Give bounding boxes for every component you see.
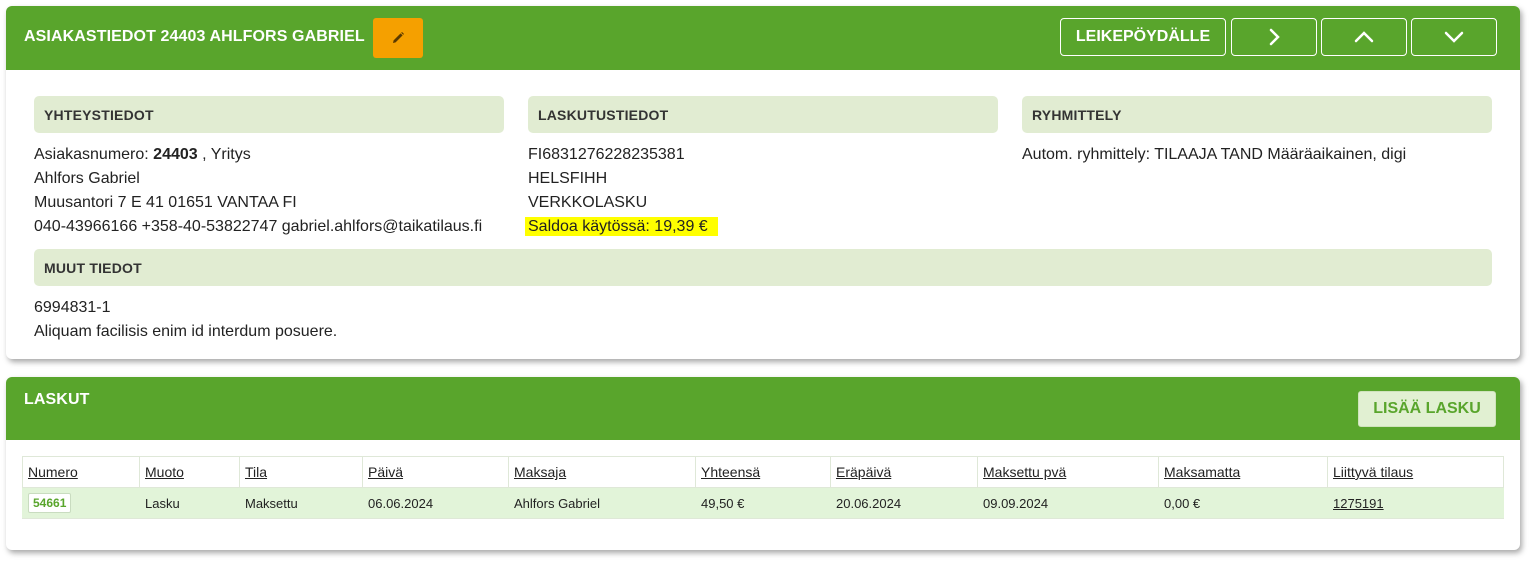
customer-number-line: Asiakasnumero: 24403 , Yritys <box>34 146 251 164</box>
column-header-paiva[interactable]: Päivä <box>362 456 509 488</box>
pencil-icon <box>393 32 404 43</box>
edit-button[interactable] <box>373 18 423 58</box>
column-header-tila[interactable]: Tila <box>239 456 363 488</box>
grouping-text: Autom. ryhmittely: TILAAJA TAND Määräaik… <box>1022 146 1407 163</box>
other-info-section-heading: MUUT TIEDOT <box>34 249 1492 286</box>
column-header-maksaja[interactable]: Maksaja <box>508 456 696 488</box>
page-title: ASIAKASTIEDOT 24403 AHLFORS GABRIEL <box>24 28 365 45</box>
invoices-title: LASKUT <box>24 391 90 408</box>
customer-header: ASIAKASTIEDOT 24403 AHLFORS GABRIEL LEIK… <box>6 6 1520 70</box>
related-order-link[interactable]: 1275191 <box>1333 496 1384 511</box>
balance-highlight: Saldoa käytössä: 19,39 € <box>525 217 718 236</box>
next-button[interactable] <box>1231 18 1317 56</box>
invoices-table: Numero Muoto Tila Päivä Maksaja Yhteensä… <box>22 456 1504 519</box>
grouping-section-heading: RYHMITTELY <box>1022 96 1492 133</box>
column-header-yhteensa[interactable]: Yhteensä <box>695 456 831 488</box>
contact-section-heading: YHTEYSTIEDOT <box>34 96 504 133</box>
move-up-button[interactable] <box>1321 18 1407 56</box>
cell-muoto: Lasku <box>139 487 240 519</box>
column-header-muoto[interactable]: Muoto <box>139 456 240 488</box>
chevron-down-icon <box>1444 31 1464 43</box>
customer-name: Ahlfors Gabriel <box>34 170 140 187</box>
cell-tilaus[interactable]: 1275191 <box>1327 487 1504 519</box>
cell-maksaja: Ahlfors Gabriel <box>508 487 696 519</box>
cell-maksettu: 09.09.2024 <box>977 487 1159 519</box>
billing-section-heading: LASKUTUSTIEDOT <box>528 96 998 133</box>
customer-address: Muusantori 7 E 41 01651 VANTAA FI <box>34 194 297 211</box>
invoices-card: LASKUT LISÄÄ LASKU Numero Muoto Tila Päi… <box>6 377 1520 550</box>
table-header-row: Numero Muoto Tila Päivä Maksaja Yhteensä… <box>22 456 1504 488</box>
cell-maksamatta: 0,00 € <box>1158 487 1328 519</box>
table-row[interactable]: 54661 Lasku Maksettu 06.06.2024 Ahlfors … <box>22 487 1504 519</box>
column-header-maksettu[interactable]: Maksettu pvä <box>977 456 1159 488</box>
customer-type: , Yritys <box>197 146 251 163</box>
cell-numero[interactable]: 54661 <box>22 487 140 519</box>
column-header-numero[interactable]: Numero <box>22 456 140 488</box>
billing-iban: FI6831276228235381 <box>528 146 685 163</box>
chevron-up-icon <box>1354 31 1374 43</box>
cell-erapaiva: 20.06.2024 <box>830 487 978 519</box>
customer-phones-email: 040-43966166 +358-40-53822747 gabriel.ah… <box>34 218 483 235</box>
move-down-button[interactable] <box>1411 18 1497 56</box>
add-invoice-button[interactable]: LISÄÄ LASKU <box>1358 391 1496 427</box>
chevron-right-icon <box>1269 28 1280 46</box>
column-header-erapaiva[interactable]: Eräpäivä <box>830 456 978 488</box>
cell-tila: Maksettu <box>239 487 363 519</box>
copy-to-clipboard-button[interactable]: LEIKEPÖYDÄLLE <box>1060 18 1226 56</box>
customer-number: 24403 <box>153 146 198 163</box>
other-info-line-2: Aliquam facilisis enim id interdum posue… <box>34 323 338 340</box>
invoice-number-chip[interactable]: 54661 <box>28 493 72 513</box>
billing-method: VERKKOLASKU <box>528 194 648 211</box>
cell-paiva: 06.06.2024 <box>362 487 509 519</box>
column-header-maksamatta[interactable]: Maksamatta <box>1158 456 1328 488</box>
customer-card: ASIAKASTIEDOT 24403 AHLFORS GABRIEL LEIK… <box>6 6 1520 359</box>
column-header-tilaus[interactable]: Liittyvä tilaus <box>1327 456 1504 488</box>
other-info-line-1: 6994831-1 <box>34 299 111 316</box>
customer-number-label: Asiakasnumero: <box>34 146 154 163</box>
billing-bic: HELSFIHH <box>528 170 608 187</box>
invoices-header: LASKUT LISÄÄ LASKU <box>6 377 1520 440</box>
billing-balance-line: Saldoa käytössä: 19,39 € <box>525 217 718 236</box>
cell-yhteensa: 49,50 € <box>695 487 831 519</box>
